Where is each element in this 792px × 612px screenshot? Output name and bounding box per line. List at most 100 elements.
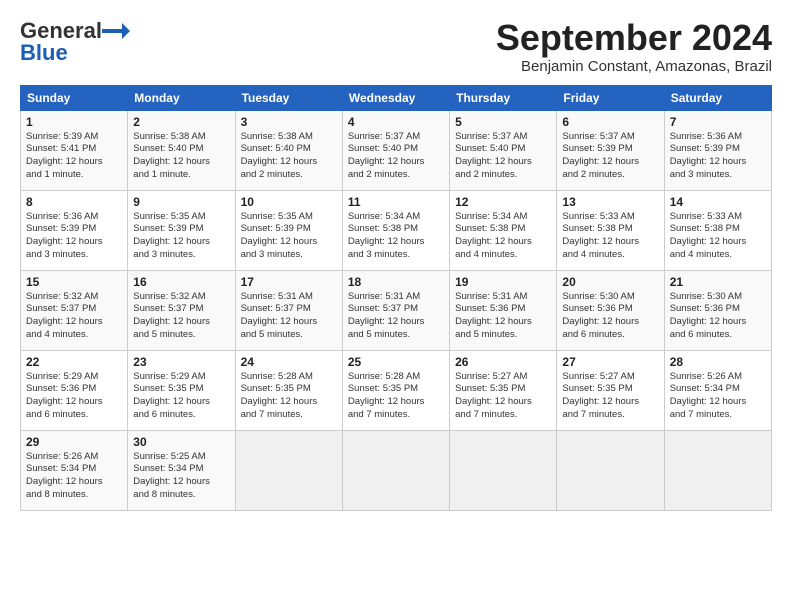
day-number: 16 — [133, 275, 229, 289]
day-info: Sunrise: 5:29 AM Sunset: 5:35 PM Dayligh… — [133, 371, 229, 422]
col-sunday: Sunday — [21, 85, 128, 110]
day-info: Sunrise: 5:25 AM Sunset: 5:34 PM Dayligh… — [133, 451, 229, 502]
logo-arrow-icon — [102, 21, 130, 41]
day-number: 7 — [670, 115, 766, 129]
col-thursday: Thursday — [450, 85, 557, 110]
day-number: 17 — [241, 275, 337, 289]
week-row-3: 15 Sunrise: 5:32 AM Sunset: 5:37 PM Dayli… — [21, 270, 772, 350]
day-info: Sunrise: 5:35 AM Sunset: 5:39 PM Dayligh… — [241, 211, 337, 262]
calendar-cell: 11Sunrise: 5:34 AM Sunset: 5:38 PM Dayli… — [342, 190, 449, 270]
day-number: 22 — [26, 355, 122, 369]
day-number: 1 — [26, 115, 122, 129]
month-title: September 2024 — [496, 18, 772, 58]
calendar-cell: 23 Sunrise: 5:29 AM Sunset: 5:35 PM Dayli… — [128, 350, 235, 430]
week-row-4: 22 Sunrise: 5:29 AM Sunset: 5:36 PM Dayli… — [21, 350, 772, 430]
day-number: 3 — [241, 115, 337, 129]
calendar-cell: 22 Sunrise: 5:29 AM Sunset: 5:36 PM Dayli… — [21, 350, 128, 430]
calendar-cell: 13Sunrise: 5:33 AM Sunset: 5:38 PM Dayli… — [557, 190, 664, 270]
subtitle: Benjamin Constant, Amazonas, Brazil — [496, 58, 772, 75]
calendar-cell: 19 Sunrise: 5:31 AM Sunset: 5:36 PM Dayli… — [450, 270, 557, 350]
calendar-cell: 15 Sunrise: 5:32 AM Sunset: 5:37 PM Dayli… — [21, 270, 128, 350]
day-number: 20 — [562, 275, 658, 289]
title-area: September 2024 Benjamin Constant, Amazon… — [496, 18, 772, 75]
day-info: Sunrise: 5:33 AM Sunset: 5:38 PM Dayligh… — [562, 211, 658, 262]
day-number: 27 — [562, 355, 658, 369]
col-saturday: Saturday — [664, 85, 771, 110]
day-info: Sunrise: 5:31 AM Sunset: 5:37 PM Dayligh… — [241, 291, 337, 342]
day-number: 9 — [133, 195, 229, 209]
calendar-cell: 26 Sunrise: 5:27 AM Sunset: 5:35 PM Dayli… — [450, 350, 557, 430]
day-info: Sunrise: 5:33 AM Sunset: 5:38 PM Dayligh… — [670, 211, 766, 262]
calendar-cell — [235, 430, 342, 510]
calendar-cell: 25Sunrise: 5:28 AM Sunset: 5:35 PM Dayli… — [342, 350, 449, 430]
col-monday: Monday — [128, 85, 235, 110]
day-info: Sunrise: 5:30 AM Sunset: 5:36 PM Dayligh… — [670, 291, 766, 342]
calendar-cell: 18Sunrise: 5:31 AM Sunset: 5:37 PM Dayli… — [342, 270, 449, 350]
day-info: Sunrise: 5:28 AM Sunset: 5:35 PM Dayligh… — [241, 371, 337, 422]
calendar-cell: 2 Sunrise: 5:38 AM Sunset: 5:40 PM Daylig… — [128, 110, 235, 190]
day-number: 18 — [348, 275, 444, 289]
calendar-cell: 24 Sunrise: 5:28 AM Sunset: 5:35 PM Dayli… — [235, 350, 342, 430]
day-info: Sunrise: 5:27 AM Sunset: 5:35 PM Dayligh… — [455, 371, 551, 422]
day-info: Sunrise: 5:32 AM Sunset: 5:37 PM Dayligh… — [26, 291, 122, 342]
logo: General Blue — [20, 18, 130, 66]
day-info: Sunrise: 5:36 AM Sunset: 5:39 PM Dayligh… — [26, 211, 122, 262]
day-info: Sunrise: 5:26 AM Sunset: 5:34 PM Dayligh… — [670, 371, 766, 422]
day-info: Sunrise: 5:38 AM Sunset: 5:40 PM Dayligh… — [241, 131, 337, 182]
calendar-cell: 17 Sunrise: 5:31 AM Sunset: 5:37 PM Dayli… — [235, 270, 342, 350]
day-info: Sunrise: 5:30 AM Sunset: 5:36 PM Dayligh… — [562, 291, 658, 342]
calendar-cell — [557, 430, 664, 510]
day-number: 5 — [455, 115, 551, 129]
page: General Blue September 2024 Benjamin Con… — [0, 0, 792, 612]
day-number: 8 — [26, 195, 122, 209]
day-number: 21 — [670, 275, 766, 289]
day-number: 24 — [241, 355, 337, 369]
day-info: Sunrise: 5:32 AM Sunset: 5:37 PM Dayligh… — [133, 291, 229, 342]
calendar-cell: 30 Sunrise: 5:25 AM Sunset: 5:34 PM Dayli… — [128, 430, 235, 510]
day-info: Sunrise: 5:26 AM Sunset: 5:34 PM Dayligh… — [26, 451, 122, 502]
day-number: 29 — [26, 435, 122, 449]
calendar-cell — [450, 430, 557, 510]
calendar-cell: 10 Sunrise: 5:35 AM Sunset: 5:39 PM Dayli… — [235, 190, 342, 270]
week-row-5: 29 Sunrise: 5:26 AM Sunset: 5:34 PM Dayli… — [21, 430, 772, 510]
day-info: Sunrise: 5:37 AM Sunset: 5:40 PM Dayligh… — [455, 131, 551, 182]
calendar-table: Sunday Monday Tuesday Wednesday Thursday… — [20, 85, 772, 511]
day-number: 4 — [348, 115, 444, 129]
day-number: 23 — [133, 355, 229, 369]
col-friday: Friday — [557, 85, 664, 110]
header-row: Sunday Monday Tuesday Wednesday Thursday… — [21, 85, 772, 110]
calendar-cell: 1Sunrise: 5:39 AM Sunset: 5:41 PM Daylig… — [21, 110, 128, 190]
calendar-cell: 8 Sunrise: 5:36 AM Sunset: 5:39 PM Daylig… — [21, 190, 128, 270]
day-number: 15 — [26, 275, 122, 289]
calendar-cell: 21 Sunrise: 5:30 AM Sunset: 5:36 PM Dayli… — [664, 270, 771, 350]
day-number: 2 — [133, 115, 229, 129]
day-info: Sunrise: 5:28 AM Sunset: 5:35 PM Dayligh… — [348, 371, 444, 422]
day-number: 11 — [348, 195, 444, 209]
day-number: 19 — [455, 275, 551, 289]
day-number: 30 — [133, 435, 229, 449]
calendar-cell: 16 Sunrise: 5:32 AM Sunset: 5:37 PM Dayli… — [128, 270, 235, 350]
day-info: Sunrise: 5:38 AM Sunset: 5:40 PM Dayligh… — [133, 131, 229, 182]
calendar-cell: 7 Sunrise: 5:36 AM Sunset: 5:39 PM Daylig… — [664, 110, 771, 190]
calendar-cell: 5 Sunrise: 5:37 AM Sunset: 5:40 PM Daylig… — [450, 110, 557, 190]
calendar-cell: 14Sunrise: 5:33 AM Sunset: 5:38 PM Dayli… — [664, 190, 771, 270]
day-number: 26 — [455, 355, 551, 369]
calendar-cell: 3 Sunrise: 5:38 AM Sunset: 5:40 PM Daylig… — [235, 110, 342, 190]
week-row-2: 8 Sunrise: 5:36 AM Sunset: 5:39 PM Daylig… — [21, 190, 772, 270]
day-number: 10 — [241, 195, 337, 209]
col-wednesday: Wednesday — [342, 85, 449, 110]
col-tuesday: Tuesday — [235, 85, 342, 110]
calendar-cell: 28Sunrise: 5:26 AM Sunset: 5:34 PM Dayli… — [664, 350, 771, 430]
day-info: Sunrise: 5:27 AM Sunset: 5:35 PM Dayligh… — [562, 371, 658, 422]
day-info: Sunrise: 5:34 AM Sunset: 5:38 PM Dayligh… — [455, 211, 551, 262]
day-info: Sunrise: 5:29 AM Sunset: 5:36 PM Dayligh… — [26, 371, 122, 422]
day-info: Sunrise: 5:36 AM Sunset: 5:39 PM Dayligh… — [670, 131, 766, 182]
day-number: 6 — [562, 115, 658, 129]
calendar-cell — [664, 430, 771, 510]
day-info: Sunrise: 5:37 AM Sunset: 5:39 PM Dayligh… — [562, 131, 658, 182]
calendar-cell: 27 Sunrise: 5:27 AM Sunset: 5:35 PM Dayli… — [557, 350, 664, 430]
logo-blue: Blue — [20, 40, 68, 66]
day-info: Sunrise: 5:35 AM Sunset: 5:39 PM Dayligh… — [133, 211, 229, 262]
day-info: Sunrise: 5:31 AM Sunset: 5:36 PM Dayligh… — [455, 291, 551, 342]
calendar-cell: 29 Sunrise: 5:26 AM Sunset: 5:34 PM Dayli… — [21, 430, 128, 510]
